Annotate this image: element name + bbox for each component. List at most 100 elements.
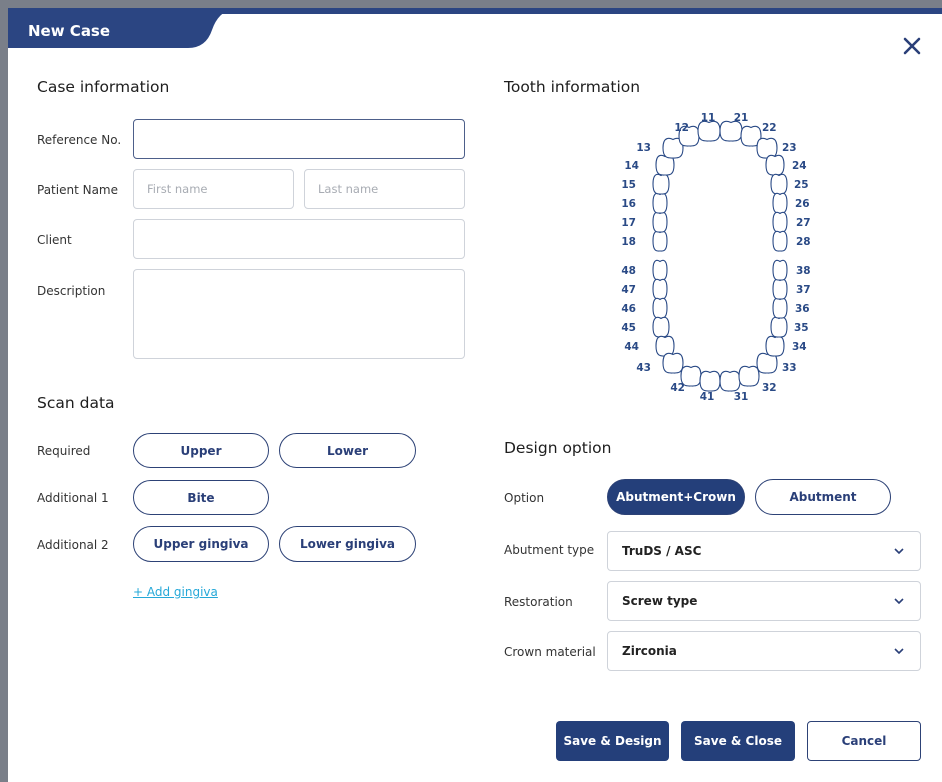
tooth-18[interactable]: [652, 230, 668, 252]
tooth-chart[interactable]: 18 17 16 15 14 13 12 11 21 22 23 24 25 26 27 28 48 47 46 45…: [620, 100, 820, 406]
tooth-label-17: 17: [621, 217, 636, 229]
tooth-label-14: 14: [624, 160, 639, 172]
abutment-type-value: TruDS / ASC: [622, 544, 702, 558]
tooth-information-heading: Tooth information: [504, 78, 641, 96]
case-information-heading: Case information: [37, 78, 170, 96]
tooth-label-21: 21: [734, 112, 749, 124]
tooth-43[interactable]: [662, 352, 684, 374]
tooth-46[interactable]: [652, 297, 668, 319]
chevron-down-icon: [894, 598, 904, 605]
tooth-37[interactable]: [772, 278, 788, 300]
tooth-31[interactable]: [719, 370, 741, 392]
tooth-label-31: 31: [734, 391, 749, 403]
tooth-21[interactable]: [719, 120, 743, 142]
tooth-35[interactable]: [770, 316, 788, 338]
tooth-label-23: 23: [782, 142, 797, 154]
add-gingiva-link[interactable]: + Add gingiva: [133, 585, 218, 599]
tooth-label-13: 13: [636, 142, 651, 154]
tooth-label-16: 16: [621, 198, 636, 210]
tooth-label-36: 36: [795, 303, 810, 315]
window-title: New Case: [28, 22, 111, 40]
tooth-label-48: 48: [621, 265, 636, 277]
tooth-label-45: 45: [621, 322, 636, 334]
tooth-26[interactable]: [772, 192, 788, 214]
tooth-label-27: 27: [796, 217, 811, 229]
chevron-down-icon: [894, 648, 904, 655]
tooth-47[interactable]: [652, 278, 668, 300]
title-bar: New Case: [8, 8, 942, 48]
option-label: Option: [504, 491, 545, 505]
tooth-45[interactable]: [652, 316, 670, 338]
restoration-select[interactable]: Screw type: [607, 581, 921, 621]
crown-material-select[interactable]: Zirconia: [607, 631, 921, 671]
tooth-label-46: 46: [621, 303, 636, 315]
tooth-label-18: 18: [621, 236, 636, 248]
tooth-label-33: 33: [782, 362, 797, 374]
window-frame-left: [0, 0, 8, 782]
tooth-label-15: 15: [621, 179, 636, 191]
required-label: Required: [37, 444, 91, 458]
tooth-label-44: 44: [624, 341, 639, 353]
last-name-input[interactable]: Last name: [304, 169, 465, 209]
restoration-value: Screw type: [622, 594, 698, 608]
tooth-label-42: 42: [670, 382, 685, 394]
tooth-label-24: 24: [792, 160, 807, 172]
abutment-type-select[interactable]: TruDS / ASC: [607, 531, 921, 571]
tooth-11[interactable]: [697, 120, 721, 142]
description-textarea[interactable]: [133, 269, 465, 359]
close-icon[interactable]: [900, 34, 924, 58]
scan-data-heading: Scan data: [37, 394, 115, 412]
lower-gingiva-button[interactable]: Lower gingiva: [279, 526, 416, 562]
restoration-label: Restoration: [504, 595, 573, 609]
tooth-15[interactable]: [652, 173, 670, 195]
tooth-38[interactable]: [772, 259, 788, 281]
tooth-label-22: 22: [762, 122, 777, 134]
tooth-label-47: 47: [621, 284, 636, 296]
client-label: Client: [37, 233, 72, 247]
additional1-label: Additional 1: [37, 491, 109, 505]
tooth-label-28: 28: [796, 236, 811, 248]
description-label: Description: [37, 284, 106, 298]
crown-material-label: Crown material: [504, 645, 596, 659]
crown-material-value: Zirconia: [622, 644, 677, 658]
tooth-41[interactable]: [699, 370, 721, 392]
tooth-label-43: 43: [636, 362, 651, 374]
tooth-27[interactable]: [772, 211, 788, 233]
save-design-button[interactable]: Save & Design: [556, 721, 669, 761]
tooth-32[interactable]: [738, 365, 760, 387]
lower-button[interactable]: Lower: [279, 433, 416, 468]
reference-input[interactable]: [133, 119, 465, 159]
tooth-label-32: 32: [762, 382, 777, 394]
tooth-label-12: 12: [674, 122, 689, 134]
design-option-heading: Design option: [504, 439, 612, 457]
abutment-crown-option[interactable]: Abutment+Crown: [607, 479, 745, 515]
tooth-25[interactable]: [770, 173, 788, 195]
cancel-button[interactable]: Cancel: [807, 721, 921, 761]
tooth-28[interactable]: [772, 230, 788, 252]
reference-label: Reference No.: [37, 133, 122, 147]
tooth-23[interactable]: [756, 137, 778, 159]
abutment-type-label: Abutment type: [504, 543, 595, 557]
tooth-label-11: 11: [701, 112, 716, 124]
upper-button[interactable]: Upper: [133, 433, 269, 468]
additional2-label: Additional 2: [37, 538, 109, 552]
client-input[interactable]: [133, 219, 465, 259]
first-name-input[interactable]: First name: [133, 169, 294, 209]
tooth-17[interactable]: [652, 211, 668, 233]
tooth-36[interactable]: [772, 297, 788, 319]
tooth-label-35: 35: [794, 322, 809, 334]
chevron-down-icon: [894, 548, 904, 555]
patient-name-label: Patient Name: [37, 183, 118, 197]
abutment-option[interactable]: Abutment: [755, 479, 891, 515]
bite-button[interactable]: Bite: [133, 480, 269, 515]
tooth-label-25: 25: [794, 179, 809, 191]
upper-gingiva-button[interactable]: Upper gingiva: [133, 526, 269, 562]
save-close-button[interactable]: Save & Close: [681, 721, 795, 761]
tooth-label-26: 26: [795, 198, 810, 210]
tooth-34[interactable]: [765, 335, 785, 357]
tooth-48[interactable]: [652, 259, 668, 281]
tooth-16[interactable]: [652, 192, 668, 214]
tooth-24[interactable]: [765, 154, 785, 176]
tooth-44[interactable]: [655, 335, 675, 357]
tooth-label-38: 38: [796, 265, 811, 277]
